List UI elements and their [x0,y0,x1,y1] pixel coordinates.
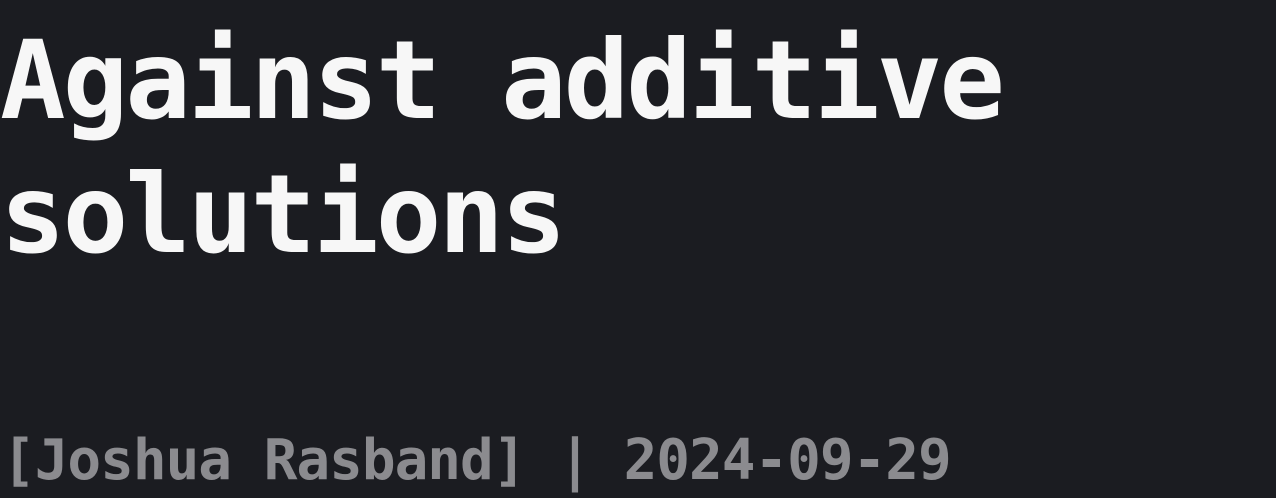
post-byline: [Joshua Rasband] | 2024-09-29 [2,428,952,493]
post-title-line-1: Against additive [0,17,1005,144]
post-title-line-2: solutions [0,151,567,278]
post-title: Against additive solutions [0,14,1276,282]
post-header: Against additive solutions [Joshua Rasba… [0,0,1276,498]
